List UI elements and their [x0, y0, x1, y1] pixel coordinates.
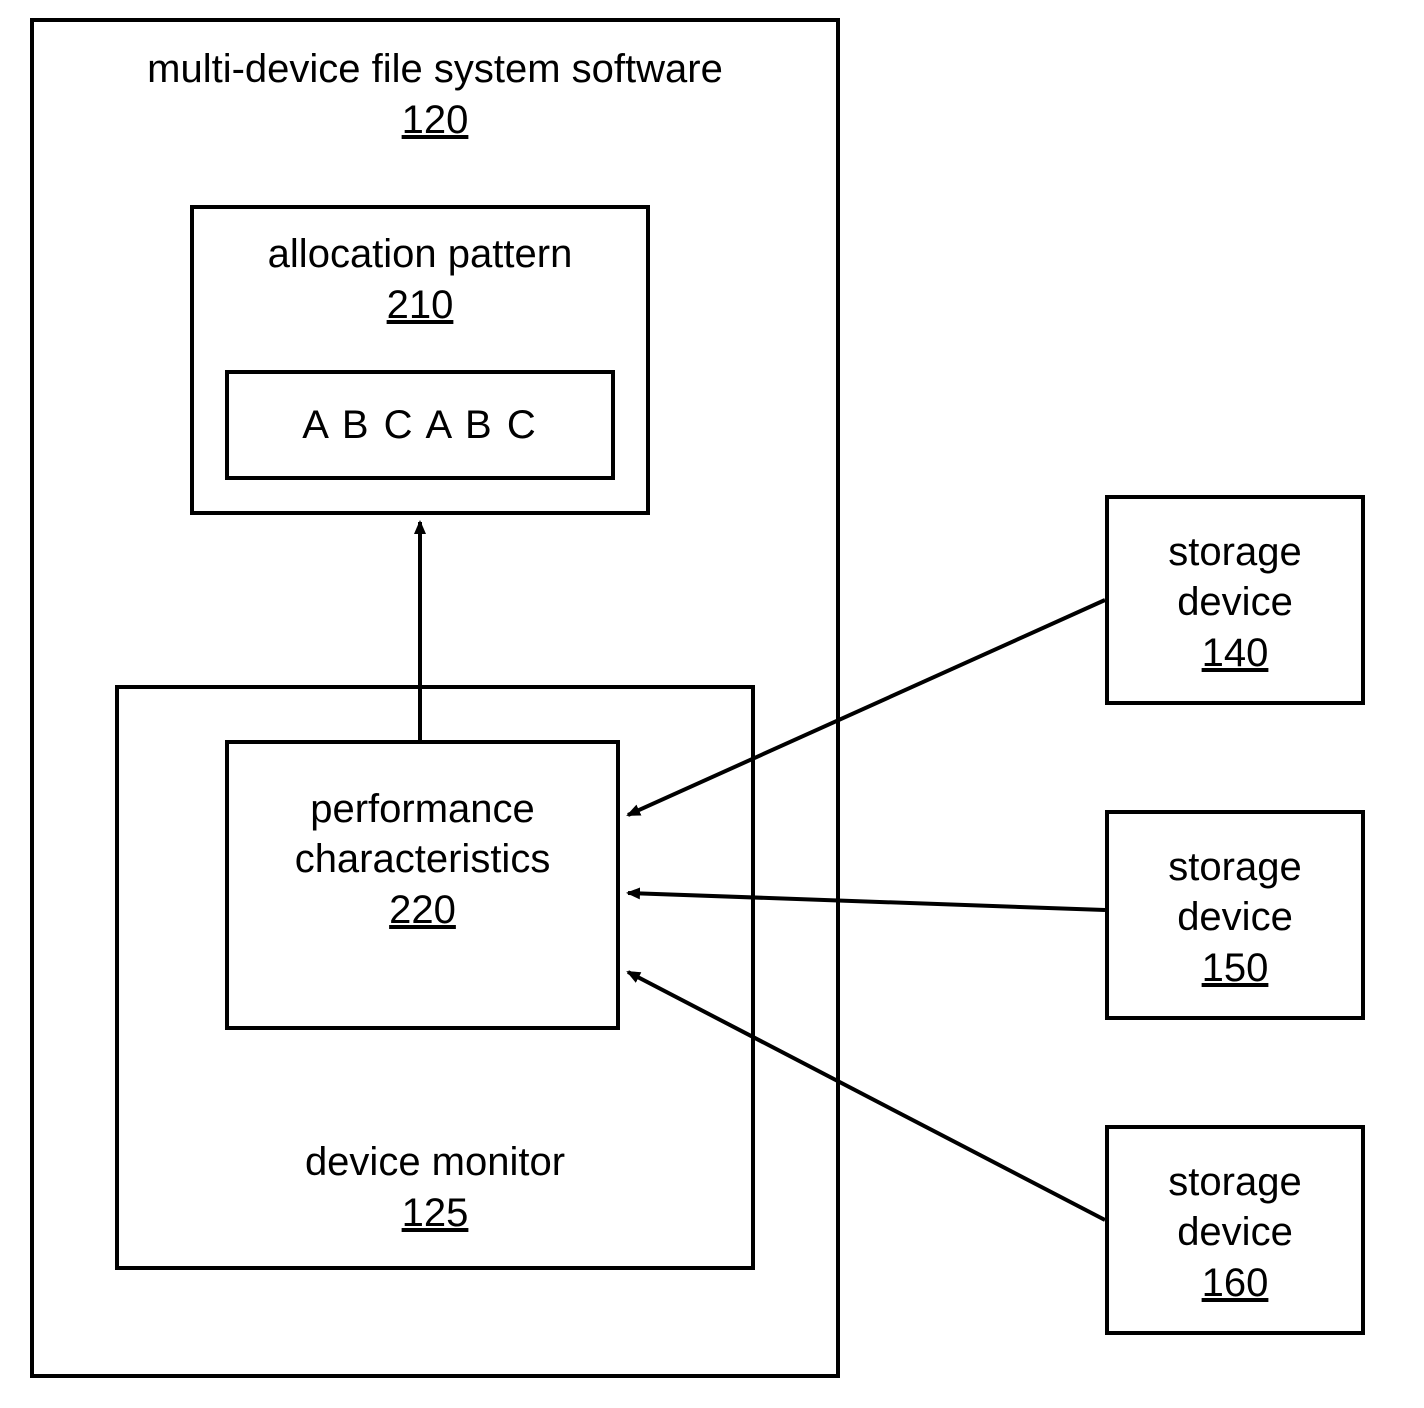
storage-160-title: storage device [1109, 1157, 1361, 1257]
diagram-canvas: multi-device file system software 120 al… [0, 0, 1424, 1408]
performance-title: performance characteristics [229, 784, 616, 884]
storage-150-ref: 150 [1202, 946, 1269, 991]
storage-160-ref: 160 [1202, 1261, 1269, 1306]
allocation-ref: 210 [387, 283, 454, 328]
main-title: multi-device file system software [34, 44, 836, 94]
device-monitor-title: device monitor [119, 1137, 751, 1187]
performance-box: performance characteristics 220 [225, 740, 620, 1030]
storage-150-title: storage device [1109, 842, 1361, 942]
pattern-sequence-box: A B C A B C [225, 370, 615, 480]
device-monitor-ref: 125 [402, 1191, 469, 1236]
main-ref: 120 [402, 98, 469, 143]
storage-140-title: storage device [1109, 527, 1361, 627]
performance-ref: 220 [389, 888, 456, 933]
pattern-sequence: A B C A B C [302, 403, 537, 448]
storage-device-150: storage device 150 [1105, 810, 1365, 1020]
allocation-title: allocation pattern [194, 229, 646, 279]
storage-140-ref: 140 [1202, 631, 1269, 676]
storage-device-140: storage device 140 [1105, 495, 1365, 705]
storage-device-160: storage device 160 [1105, 1125, 1365, 1335]
